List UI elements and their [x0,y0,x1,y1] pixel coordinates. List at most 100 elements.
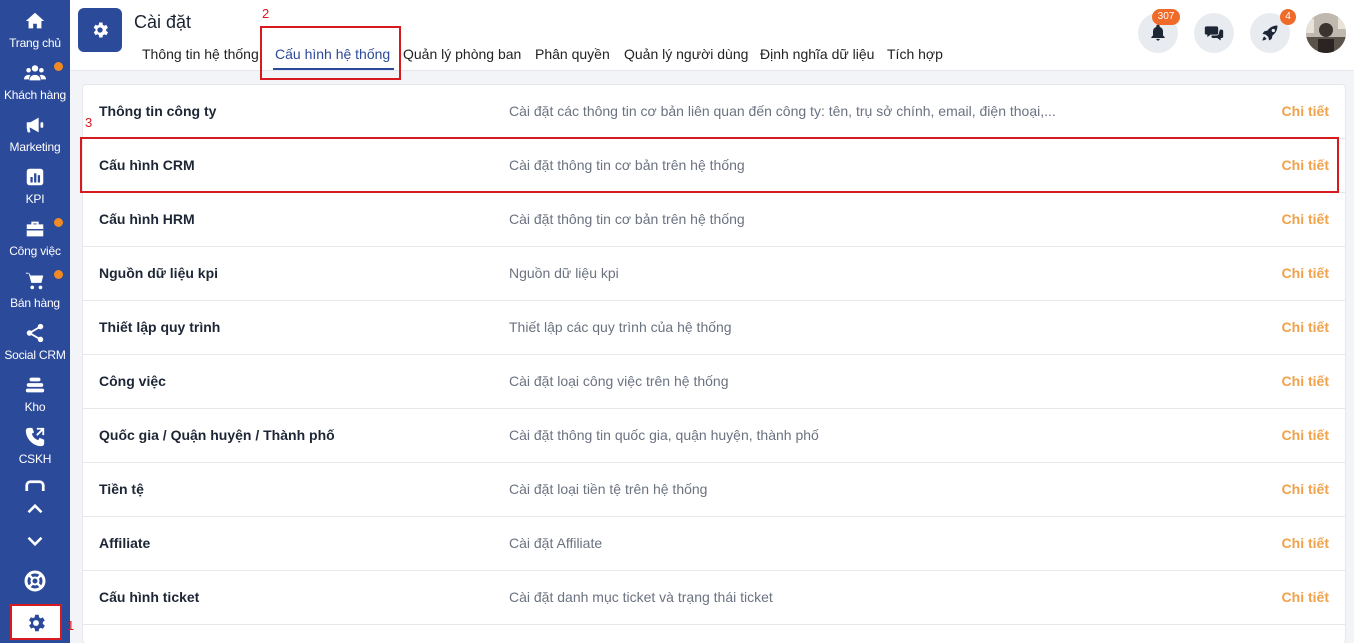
settings-header-button[interactable] [78,8,122,52]
sidebar-item-warehouse[interactable]: Kho [0,368,70,420]
list-item[interactable]: Cấu hình CRM Cài đặt thông tin cơ bản tr… [83,139,1345,193]
list-item[interactable]: Cấu hình HRM Cài đặt thông tin cơ bản tr… [83,193,1345,247]
tab-integrations[interactable]: Tích hợp [887,46,943,62]
chevron-up-icon [27,503,43,514]
bell-icon [1151,24,1165,41]
settings-list: Thông tin công ty Cài đặt các thông tin … [82,84,1346,643]
sidebar-item-label: Social CRM [4,348,66,362]
setting-name: Công việc [99,373,166,389]
sidebar-item-sales[interactable]: Bán hàng [0,264,70,316]
detail-link[interactable]: Chi tiết [1282,265,1329,281]
sidebar-item-marketing[interactable]: Marketing [0,108,70,160]
bar-chart-icon [26,168,44,186]
home-icon [25,12,45,29]
detail-link[interactable]: Chi tiết [1282,103,1329,119]
cart-icon [25,272,44,290]
annotation-step-1: 1 [67,618,75,633]
list-item[interactable]: Tiền tệ Cài đặt loại tiền tệ trên hệ thố… [83,463,1345,517]
sidebar-item-label: CSKH [18,452,52,466]
quick-actions-button[interactable]: 4 [1250,9,1296,53]
avatar[interactable] [1306,13,1346,53]
annotation-step-2: 2 [262,6,270,21]
detail-link[interactable]: Chi tiết [1282,319,1329,335]
detail-link[interactable]: Chi tiết [1282,589,1329,605]
detail-link[interactable]: Chi tiết [1282,157,1329,173]
gear-icon [93,22,108,38]
setting-description: Cài đặt các thông tin cơ bản liên quan đ… [509,103,1056,119]
list-item[interactable]: Cấu hình ticket Cài đặt danh mục ticket … [83,571,1345,625]
sidebar-item-label: Bán hàng [10,296,60,310]
messages-button[interactable] [1194,13,1234,53]
setting-name: Quốc gia / Quận huyện / Thành phố [99,427,335,443]
tab-system-info[interactable]: Thông tin hệ thống [142,46,259,62]
sidebar-item-social-crm[interactable]: Social CRM [0,316,70,368]
list-item[interactable]: Affiliate Cài đặt Affiliate Chi tiết [83,517,1345,571]
list-item[interactable]: Thiết lập quy trình Thiết lập các quy tr… [83,301,1345,355]
scroll-down-button[interactable] [20,528,50,554]
sidebar-item-label: Trang chủ [9,36,61,50]
scroll-up-button[interactable] [20,496,50,522]
active-tab-indicator [273,68,394,70]
sidebar-item-label: Marketing [9,140,61,154]
setting-description: Cài đặt thông tin cơ bản trên hệ thống [509,157,745,173]
detail-link[interactable]: Chi tiết [1282,373,1329,389]
list-item[interactable]: Quốc gia / Quận huyện / Thành phố Cài đặ… [83,409,1345,463]
setting-name: Thiết lập quy trình [99,319,221,335]
setting-description: Thiết lập các quy trình của hệ thống [509,319,732,335]
sidebar-item-kpi[interactable]: KPI [0,160,70,212]
rocket-icon [1262,25,1278,41]
share-icon [26,323,44,343]
sidebar-item-partial[interactable] [24,479,46,491]
tab-system-config[interactable]: Cấu hình hệ thống [275,46,390,62]
setting-name: Nguồn dữ liệu kpi [99,265,219,281]
sidebar-item-home[interactable]: Trang chủ [0,4,70,56]
settings-button[interactable] [10,604,62,640]
setting-name: Thông tin công ty [99,103,217,119]
warehouse-icon [25,377,45,393]
list-item[interactable]: Thông tin công ty Cài đặt các thông tin … [83,85,1345,139]
detail-link[interactable]: Chi tiết [1282,535,1329,551]
sidebar-item-label: Công việc [9,244,61,258]
notification-dot [54,218,63,227]
detail-link[interactable]: Chi tiết [1282,211,1329,227]
tab-permissions[interactable]: Phân quyền [535,46,610,62]
setting-name: Cấu hình CRM [99,157,195,173]
tab-data-definitions[interactable]: Định nghĩa dữ liệu [760,46,874,62]
sidebar-item-customers[interactable]: Khách hàng [0,56,70,108]
user-photo [1306,13,1346,53]
setting-name: Tiền tệ [99,481,144,497]
sidebar-item-tasks[interactable]: Công việc [0,212,70,264]
support-button[interactable] [20,568,50,594]
annotation-step-3: 3 [85,115,93,130]
sidebar-item-label: Khách hàng [3,88,67,102]
setting-description: Cài đặt thông tin quốc gia, quận huyện, … [509,427,819,443]
gear-icon [29,614,45,632]
setting-name: Affiliate [99,535,151,551]
notifications-button[interactable]: 307 [1138,9,1180,53]
rocket-badge: 4 [1280,9,1296,25]
sidebar-item-label: Kho [24,400,46,414]
setting-name: Cấu hình HRM [99,211,195,227]
lifebuoy-icon [24,570,46,592]
page-title: Cài đặt [134,12,192,32]
phone-icon [25,427,45,447]
setting-description: Cài đặt thông tin cơ bản trên hệ thống [509,211,745,227]
setting-description: Cài đặt loại công việc trên hệ thống [509,373,729,389]
setting-description: Nguồn dữ liệu kpi [509,265,619,281]
list-item[interactable]: Nguồn dữ liệu kpi Nguồn dữ liệu kpi Chi … [83,247,1345,301]
detail-link[interactable]: Chi tiết [1282,481,1329,497]
list-item[interactable]: Công việc Cài đặt loại công việc trên hệ… [83,355,1345,409]
tab-users[interactable]: Quản lý người dùng [624,46,748,62]
briefcase-icon [26,221,44,237]
notifications-badge: 307 [1152,9,1180,25]
setting-description: Cài đặt loại tiền tệ trên hệ thống [509,481,708,497]
detail-link[interactable]: Chi tiết [1282,427,1329,443]
megaphone-icon [26,117,44,133]
partial-icon [25,480,45,491]
notification-dot [54,270,63,279]
setting-description: Cài đặt danh mục ticket và trạng thái ti… [509,589,773,605]
users-icon [24,65,46,81]
sidebar-item-cskh[interactable]: CSKH [0,420,70,472]
setting-name: Cấu hình ticket [99,589,200,605]
tab-departments[interactable]: Quản lý phòng ban [403,46,521,62]
